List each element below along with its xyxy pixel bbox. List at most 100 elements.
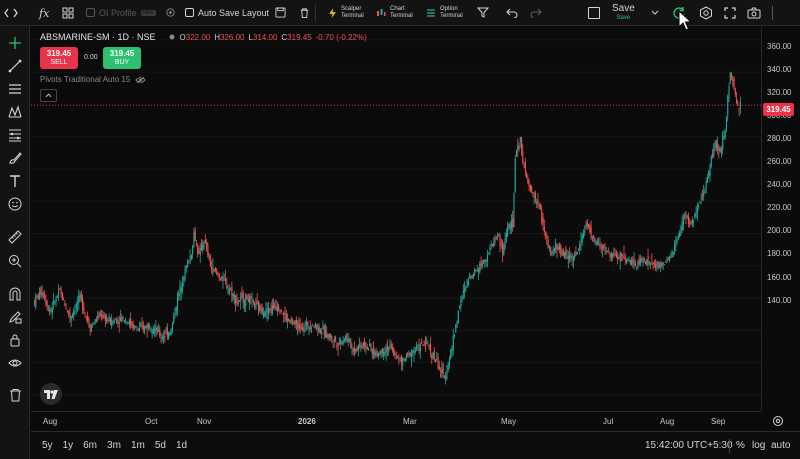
range-1d-button[interactable]: 1d [171, 440, 192, 451]
candle-body [518, 145, 520, 150]
range-3m-button[interactable]: 3m [102, 440, 126, 451]
more-button[interactable] [772, 0, 773, 26]
candle [219, 277, 222, 281]
horizontal-lines-tool[interactable] [6, 80, 24, 98]
candle [643, 257, 645, 263]
snapshot-button[interactable] [747, 0, 761, 26]
candle [610, 251, 612, 262]
candle [58, 284, 60, 302]
range-5d-button[interactable]: 5d [150, 440, 171, 451]
candle-body [365, 346, 367, 349]
clock-time[interactable]: 15:42:00 UTC+5:30 [645, 440, 733, 451]
candle-body [591, 237, 593, 238]
candle [536, 198, 538, 209]
pattern-tool[interactable] [6, 103, 24, 121]
candle [443, 375, 445, 379]
indicator-name[interactable]: Pivots Traditional Auto 15 [40, 75, 130, 84]
chevron-left-right-icon [4, 8, 18, 17]
chart-settings-button[interactable] [699, 0, 713, 26]
price-axis[interactable]: 360.00340.00320.00300.00280.00260.00240.… [761, 27, 800, 411]
candle [97, 310, 99, 322]
buy-button[interactable]: 319.45 BUY [103, 47, 141, 69]
candle [35, 292, 37, 310]
candle-body [402, 358, 404, 366]
lock-drawings-tool[interactable] [6, 331, 24, 349]
candlestick-chart[interactable] [31, 27, 761, 411]
zoom-tool[interactable] [6, 252, 24, 270]
auto-scale-toggle[interactable]: auto [771, 440, 790, 451]
range-1m-button[interactable]: 1m [126, 440, 150, 451]
fib-tool[interactable] [6, 126, 24, 144]
remove-drawings-tool[interactable] [6, 386, 24, 404]
brush-tool[interactable] [6, 149, 24, 167]
fullscreen-button[interactable] [724, 0, 736, 26]
collapse-legend-button[interactable] [40, 89, 57, 102]
collapse-panel-button[interactable] [4, 0, 18, 26]
hide-drawings-tool[interactable] [6, 354, 24, 372]
candle-body [261, 307, 263, 314]
indicators-button[interactable]: fx [38, 0, 52, 26]
templates-button[interactable] [62, 0, 74, 26]
candle-body [447, 364, 449, 371]
time-axis[interactable]: Aug Oct Nov 2026 Mar May Jul Aug Sep [31, 411, 761, 431]
lock-drawing-mode-tool[interactable] [6, 308, 24, 326]
settings-small-button[interactable] [165, 0, 176, 26]
candle [317, 323, 319, 336]
save-layout-button[interactable] [275, 0, 286, 26]
symbol-title[interactable]: ABSMARINE-SM · 1D · NSE [40, 32, 156, 42]
undo-button[interactable] [506, 0, 518, 26]
candle-body [608, 251, 610, 253]
oi-profile-toggle[interactable]: OI Profile new [86, 0, 156, 26]
candle [371, 348, 373, 360]
candle-body [445, 376, 447, 381]
candle [479, 260, 481, 275]
log-scale-toggle[interactable]: log [752, 440, 765, 451]
candle [65, 303, 67, 310]
candle [403, 357, 405, 362]
candle-body [46, 301, 48, 308]
percent-scale-toggle[interactable]: % [736, 440, 745, 451]
candle-body [303, 327, 305, 333]
layout-select-button[interactable] [588, 0, 600, 26]
save-button[interactable]: Save Save [612, 0, 635, 26]
chart-pane[interactable] [31, 27, 761, 411]
measure-tool[interactable] [6, 228, 24, 246]
candle [154, 323, 156, 337]
candle [47, 305, 50, 312]
range-1y-button[interactable]: 1y [58, 440, 79, 451]
candle [214, 267, 216, 273]
text-tool[interactable] [6, 172, 24, 190]
crosshair-tool[interactable] [6, 34, 24, 52]
redo-button[interactable] [530, 0, 542, 26]
candle [198, 245, 200, 255]
candle [93, 321, 95, 325]
delete-layout-button[interactable] [299, 0, 310, 26]
eye-icon-small[interactable] [168, 33, 176, 41]
candle [432, 351, 434, 360]
candle [222, 272, 224, 289]
tradingview-logo[interactable] [40, 383, 62, 405]
candle [111, 314, 113, 330]
emoji-tool[interactable] [6, 195, 24, 213]
option-terminal-button[interactable]: Option Terminal [420, 0, 470, 26]
candle-body [99, 313, 101, 316]
candle [693, 219, 695, 228]
auto-save-toggle[interactable]: Auto Save Layout [185, 0, 269, 26]
trend-line-tool[interactable] [6, 57, 24, 75]
save-dropdown-button[interactable] [651, 0, 659, 26]
range-6m-button[interactable]: 6m [78, 440, 102, 451]
candle-body [647, 255, 649, 265]
scalper-terminal-button[interactable]: Scalper Terminal [322, 0, 371, 26]
sell-button[interactable]: 319.45 SELL [40, 47, 78, 69]
time-tick-label: 2026 [298, 417, 316, 426]
magnet-tool[interactable] [6, 285, 24, 303]
axis-settings-button[interactable] [772, 414, 784, 432]
candle-body [260, 305, 262, 311]
candle [581, 232, 583, 246]
eye-visibility-icon[interactable] [135, 76, 147, 84]
range-5y-button[interactable]: 5y [37, 440, 58, 451]
candle [223, 273, 225, 281]
chart-terminal-button[interactable]: Chart Terminal [370, 0, 420, 26]
filter-button[interactable] [477, 0, 489, 26]
candle-body [453, 334, 456, 337]
